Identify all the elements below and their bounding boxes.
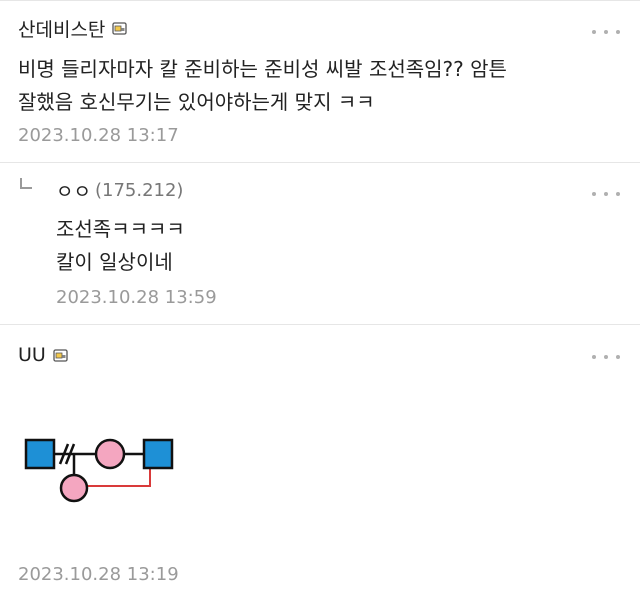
author-nickname[interactable]: UU <box>18 344 46 366</box>
pedigree-diagram-image <box>20 426 180 516</box>
reply-arrow-icon <box>18 177 34 193</box>
author-ip: (175.212) <box>94 180 184 201</box>
author-nickname[interactable]: 산데비스탄 <box>18 15 105 42</box>
comment-author[interactable]: ㅇㅇ (175.212) <box>56 177 183 204</box>
member-badge-icon <box>53 348 68 363</box>
more-options-button[interactable] <box>592 189 620 199</box>
comment-date: 2023.10.28 13:59 <box>56 287 217 308</box>
member-badge-icon <box>112 21 128 36</box>
reply-comment-item: ㅇㅇ (175.212) 조선족ㅋㅋㅋㅋ 칼이 일상이네 2023.10.28 … <box>0 163 640 325</box>
comment-body: 비명 들리자마자 칼 준비하는 준비성 씨발 조선족임?? 암튼 잘했음 호신무… <box>18 57 507 114</box>
comment-item: 산데비스탄 비명 들리자마자 칼 준비하는 준비성 씨발 조선족임?? 암튼 잘… <box>0 0 640 163</box>
more-options-button[interactable] <box>592 352 620 362</box>
comment-author[interactable]: 산데비스탄 <box>18 15 128 42</box>
comment-author[interactable]: UU <box>18 344 68 366</box>
comment-body: 조선족ㅋㅋㅋㅋ 칼이 일상이네 <box>56 217 185 274</box>
more-options-button[interactable] <box>592 27 620 37</box>
comment-item: UU 2023.10.28 13:19 <box>0 326 640 597</box>
comment-date: 2023.10.28 13:19 <box>18 564 179 585</box>
author-nickname[interactable]: ㅇㅇ <box>56 177 91 204</box>
comment-date: 2023.10.28 13:17 <box>18 125 179 146</box>
